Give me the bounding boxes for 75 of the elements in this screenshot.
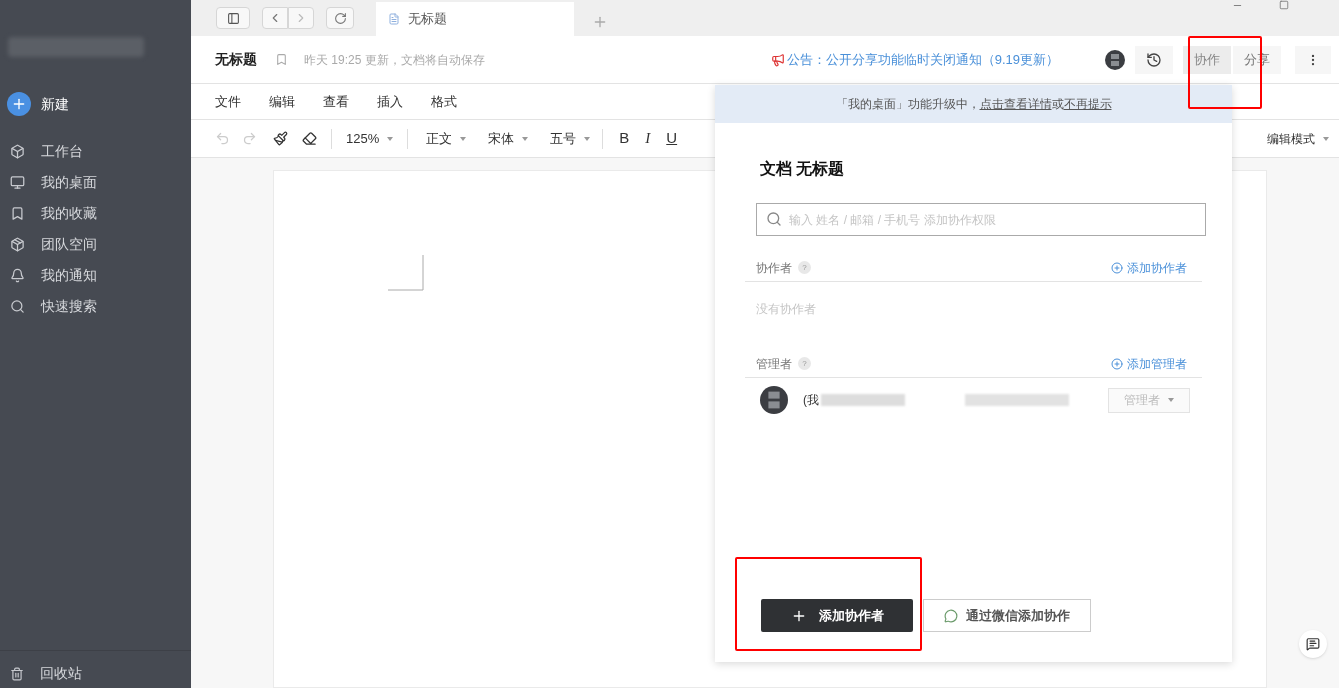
megaphone-icon bbox=[770, 52, 785, 67]
zoom-dropdown[interactable]: 125% bbox=[346, 128, 394, 149]
plus-circle-icon bbox=[1111, 357, 1123, 370]
avatar-icon bbox=[760, 386, 788, 414]
document-icon bbox=[388, 13, 400, 25]
sidebar-toggle-button[interactable] bbox=[216, 7, 250, 29]
menu-item[interactable]: 格式 bbox=[431, 91, 457, 112]
margin-corner-mark bbox=[388, 255, 424, 291]
notice-link[interactable]: 点击查看详情 bbox=[979, 95, 1052, 113]
style-dropdown[interactable]: 正文 bbox=[426, 128, 467, 149]
search-icon bbox=[10, 299, 25, 314]
trash-icon bbox=[10, 666, 24, 681]
undo-icon[interactable] bbox=[215, 131, 230, 146]
caret-icon bbox=[460, 136, 467, 141]
new-button[interactable]: 新建 bbox=[0, 84, 191, 124]
bell-icon bbox=[10, 268, 25, 283]
section-label: 管理者 bbox=[756, 355, 792, 373]
mode-dropdown[interactable]: 编辑模式 bbox=[1267, 129, 1329, 148]
document-title: 无标题 bbox=[215, 50, 257, 69]
bookmark-icon[interactable] bbox=[275, 53, 288, 66]
font-dropdown[interactable]: 宋体 bbox=[488, 128, 529, 149]
add-link[interactable]: 添加协作者 bbox=[1111, 258, 1187, 277]
save-status: 昨天 19:25 更新，文档将自动保存 bbox=[304, 51, 485, 69]
browser-tab[interactable]: 无标题 bbox=[376, 2, 574, 36]
sidebar-icon bbox=[226, 11, 240, 25]
bookmark-icon bbox=[10, 206, 25, 221]
format-button[interactable]: B bbox=[619, 127, 630, 150]
box-icon bbox=[10, 144, 25, 159]
maximize-icon[interactable] bbox=[1279, 0, 1289, 10]
notice-link[interactable]: 不再提示 bbox=[1063, 95, 1112, 113]
sidebar-item[interactable]: 工作台 bbox=[0, 136, 191, 167]
caret-icon bbox=[1168, 398, 1174, 402]
member-name: (我 bbox=[803, 392, 819, 409]
history-button[interactable] bbox=[1135, 45, 1173, 74]
caret-icon bbox=[387, 136, 394, 141]
announcement-link[interactable]: 公告：公开分享功能临时关闭通知（9.19更新） bbox=[786, 49, 1059, 70]
caret-icon bbox=[584, 136, 591, 141]
add-link[interactable]: 添加管理者 bbox=[1111, 354, 1187, 373]
panel-title: 文档 无标题 bbox=[760, 159, 846, 179]
avatar-icon bbox=[1105, 49, 1125, 70]
menu-item[interactable]: 查看 bbox=[323, 91, 349, 112]
search-icon bbox=[766, 211, 782, 227]
back-button[interactable] bbox=[262, 7, 288, 29]
monitor-icon bbox=[10, 175, 25, 190]
add-collaborator-button[interactable]: 添加协作者 bbox=[761, 599, 913, 632]
caret-icon bbox=[522, 136, 529, 141]
feedback-icon bbox=[1306, 637, 1320, 651]
menu-item[interactable]: 文件 bbox=[215, 91, 241, 112]
paint-roller-icon[interactable] bbox=[273, 131, 288, 146]
chat-bubble-icon bbox=[944, 608, 958, 623]
notice-text: 或 bbox=[1051, 96, 1064, 113]
sidebar-item[interactable]: 快速搜索 bbox=[0, 291, 191, 322]
reload-icon bbox=[333, 11, 347, 25]
size-dropdown[interactable]: 五号 bbox=[550, 128, 591, 149]
sidebar-item[interactable]: 我的收藏 bbox=[0, 198, 191, 229]
menu-item[interactable]: 编辑 bbox=[269, 91, 295, 112]
plus-circle-icon bbox=[1111, 261, 1123, 274]
notice-text: 「我的桌面」功能升级中， bbox=[835, 96, 980, 113]
wechat-invite-button[interactable]: 通过微信添加协作 bbox=[923, 599, 1091, 632]
format-button[interactable]: U bbox=[666, 127, 678, 150]
sidebar-item[interactable]: 团队空间 bbox=[0, 229, 191, 260]
menu-item[interactable]: 插入 bbox=[377, 91, 403, 112]
section-label: 协作者 bbox=[756, 259, 792, 277]
sidebar-item[interactable]: 我的桌面 bbox=[0, 167, 191, 198]
format-button[interactable]: I bbox=[645, 127, 651, 150]
forward-button[interactable] bbox=[288, 7, 314, 29]
trash-item[interactable]: 回收站 bbox=[0, 655, 82, 684]
new-tab-icon[interactable] bbox=[592, 14, 608, 30]
history-icon bbox=[1146, 51, 1162, 68]
caret-icon bbox=[1323, 136, 1329, 141]
eraser-icon[interactable] bbox=[302, 131, 317, 146]
cube-icon bbox=[10, 237, 25, 252]
sidebar-item[interactable]: 我的通知 bbox=[0, 260, 191, 291]
redo-icon[interactable] bbox=[242, 131, 257, 146]
reload-button[interactable] bbox=[326, 7, 354, 29]
